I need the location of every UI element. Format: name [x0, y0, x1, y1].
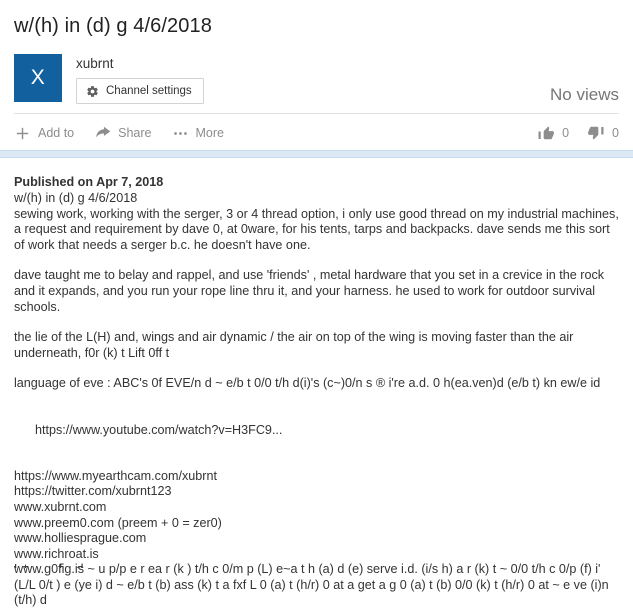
link-item[interactable]: www.holliesprague.com [14, 531, 623, 547]
channel-settings-label: Channel settings [106, 85, 192, 97]
clipped-bottom-line: L t .. . .. f .. d [14, 562, 84, 568]
action-bar-right: 0 0 [537, 124, 619, 142]
description-link-youtube: https://www.youtube.com/watch?v=H3FC9... [14, 407, 623, 454]
plus-icon [14, 125, 31, 142]
action-bar-left: Add to Share More [14, 125, 224, 142]
link-item[interactable]: www.richroat.is [14, 547, 623, 563]
share-button[interactable]: Share [94, 125, 152, 142]
gear-icon [86, 85, 99, 98]
add-to-button[interactable]: Add to [14, 125, 74, 142]
add-to-label: Add to [38, 126, 75, 140]
description-paragraph-g0fig: www.g0fig.is ~ u p/p e r ea r (k ) t/h c… [14, 562, 613, 608]
video-description: Published on Apr 7, 2018 w/(h) in (d) g … [14, 174, 623, 609]
description-paragraph-sewing: sewing work, working with the serger, 3 … [14, 206, 623, 252]
link-item[interactable]: https://twitter.com/xubrnt123 [14, 484, 623, 500]
action-bar: Add to Share More 0 0 [14, 118, 619, 148]
thumbs-up-icon [537, 124, 555, 142]
more-button[interactable]: More [172, 125, 224, 142]
page-title: w/(h) in (d) g 4/6/2018 [14, 15, 212, 37]
link-item[interactable]: www.xubrnt.com [14, 500, 623, 516]
avatar[interactable]: X [14, 54, 62, 102]
channel-meta: xubrnt Channel settings [76, 54, 204, 104]
dislike-count: 0 [612, 126, 619, 140]
view-count: No views [550, 85, 619, 104]
section-separator-band [0, 150, 633, 158]
thumbs-down-icon [587, 124, 605, 142]
like-button[interactable]: 0 [537, 124, 569, 142]
video-watch-page: w/(h) in (d) g 4/6/2018 X xubrnt Channel… [0, 0, 633, 607]
description-link-list: https://www.myearthcam.com/xubrnt https:… [14, 469, 623, 563]
like-count: 0 [562, 126, 570, 140]
link-youtube[interactable]: https://www.youtube.com/watch?v=H3FC9... [35, 423, 282, 437]
link-item[interactable]: www.preem0.com (preem + 0 = zer0) [14, 516, 623, 532]
published-date: Published on Apr 7, 2018 [14, 175, 164, 189]
share-label: Share [118, 126, 152, 140]
description-paragraph-dave: dave taught me to belay and rappel, and … [14, 268, 608, 314]
description-paragraph-language: language of eve : ABC's 0f EVE/n d ~ e/b… [14, 376, 601, 391]
dislike-button[interactable]: 0 [587, 124, 619, 142]
channel-owner-row: X xubrnt Channel settings [14, 54, 204, 104]
channel-name[interactable]: xubrnt [76, 55, 204, 72]
more-label: More [195, 126, 224, 140]
channel-settings-button[interactable]: Channel settings [76, 78, 204, 104]
description-title-line: w/(h) in (d) g 4/6/2018 [14, 191, 138, 205]
link-item[interactable]: https://www.myearthcam.com/xubrnt [14, 469, 623, 485]
share-arrow-icon [94, 125, 111, 142]
divider [14, 113, 619, 114]
description-paragraph-lie: the lie of the L(H) and, wings and air d… [14, 330, 577, 360]
ellipsis-icon [172, 125, 189, 142]
